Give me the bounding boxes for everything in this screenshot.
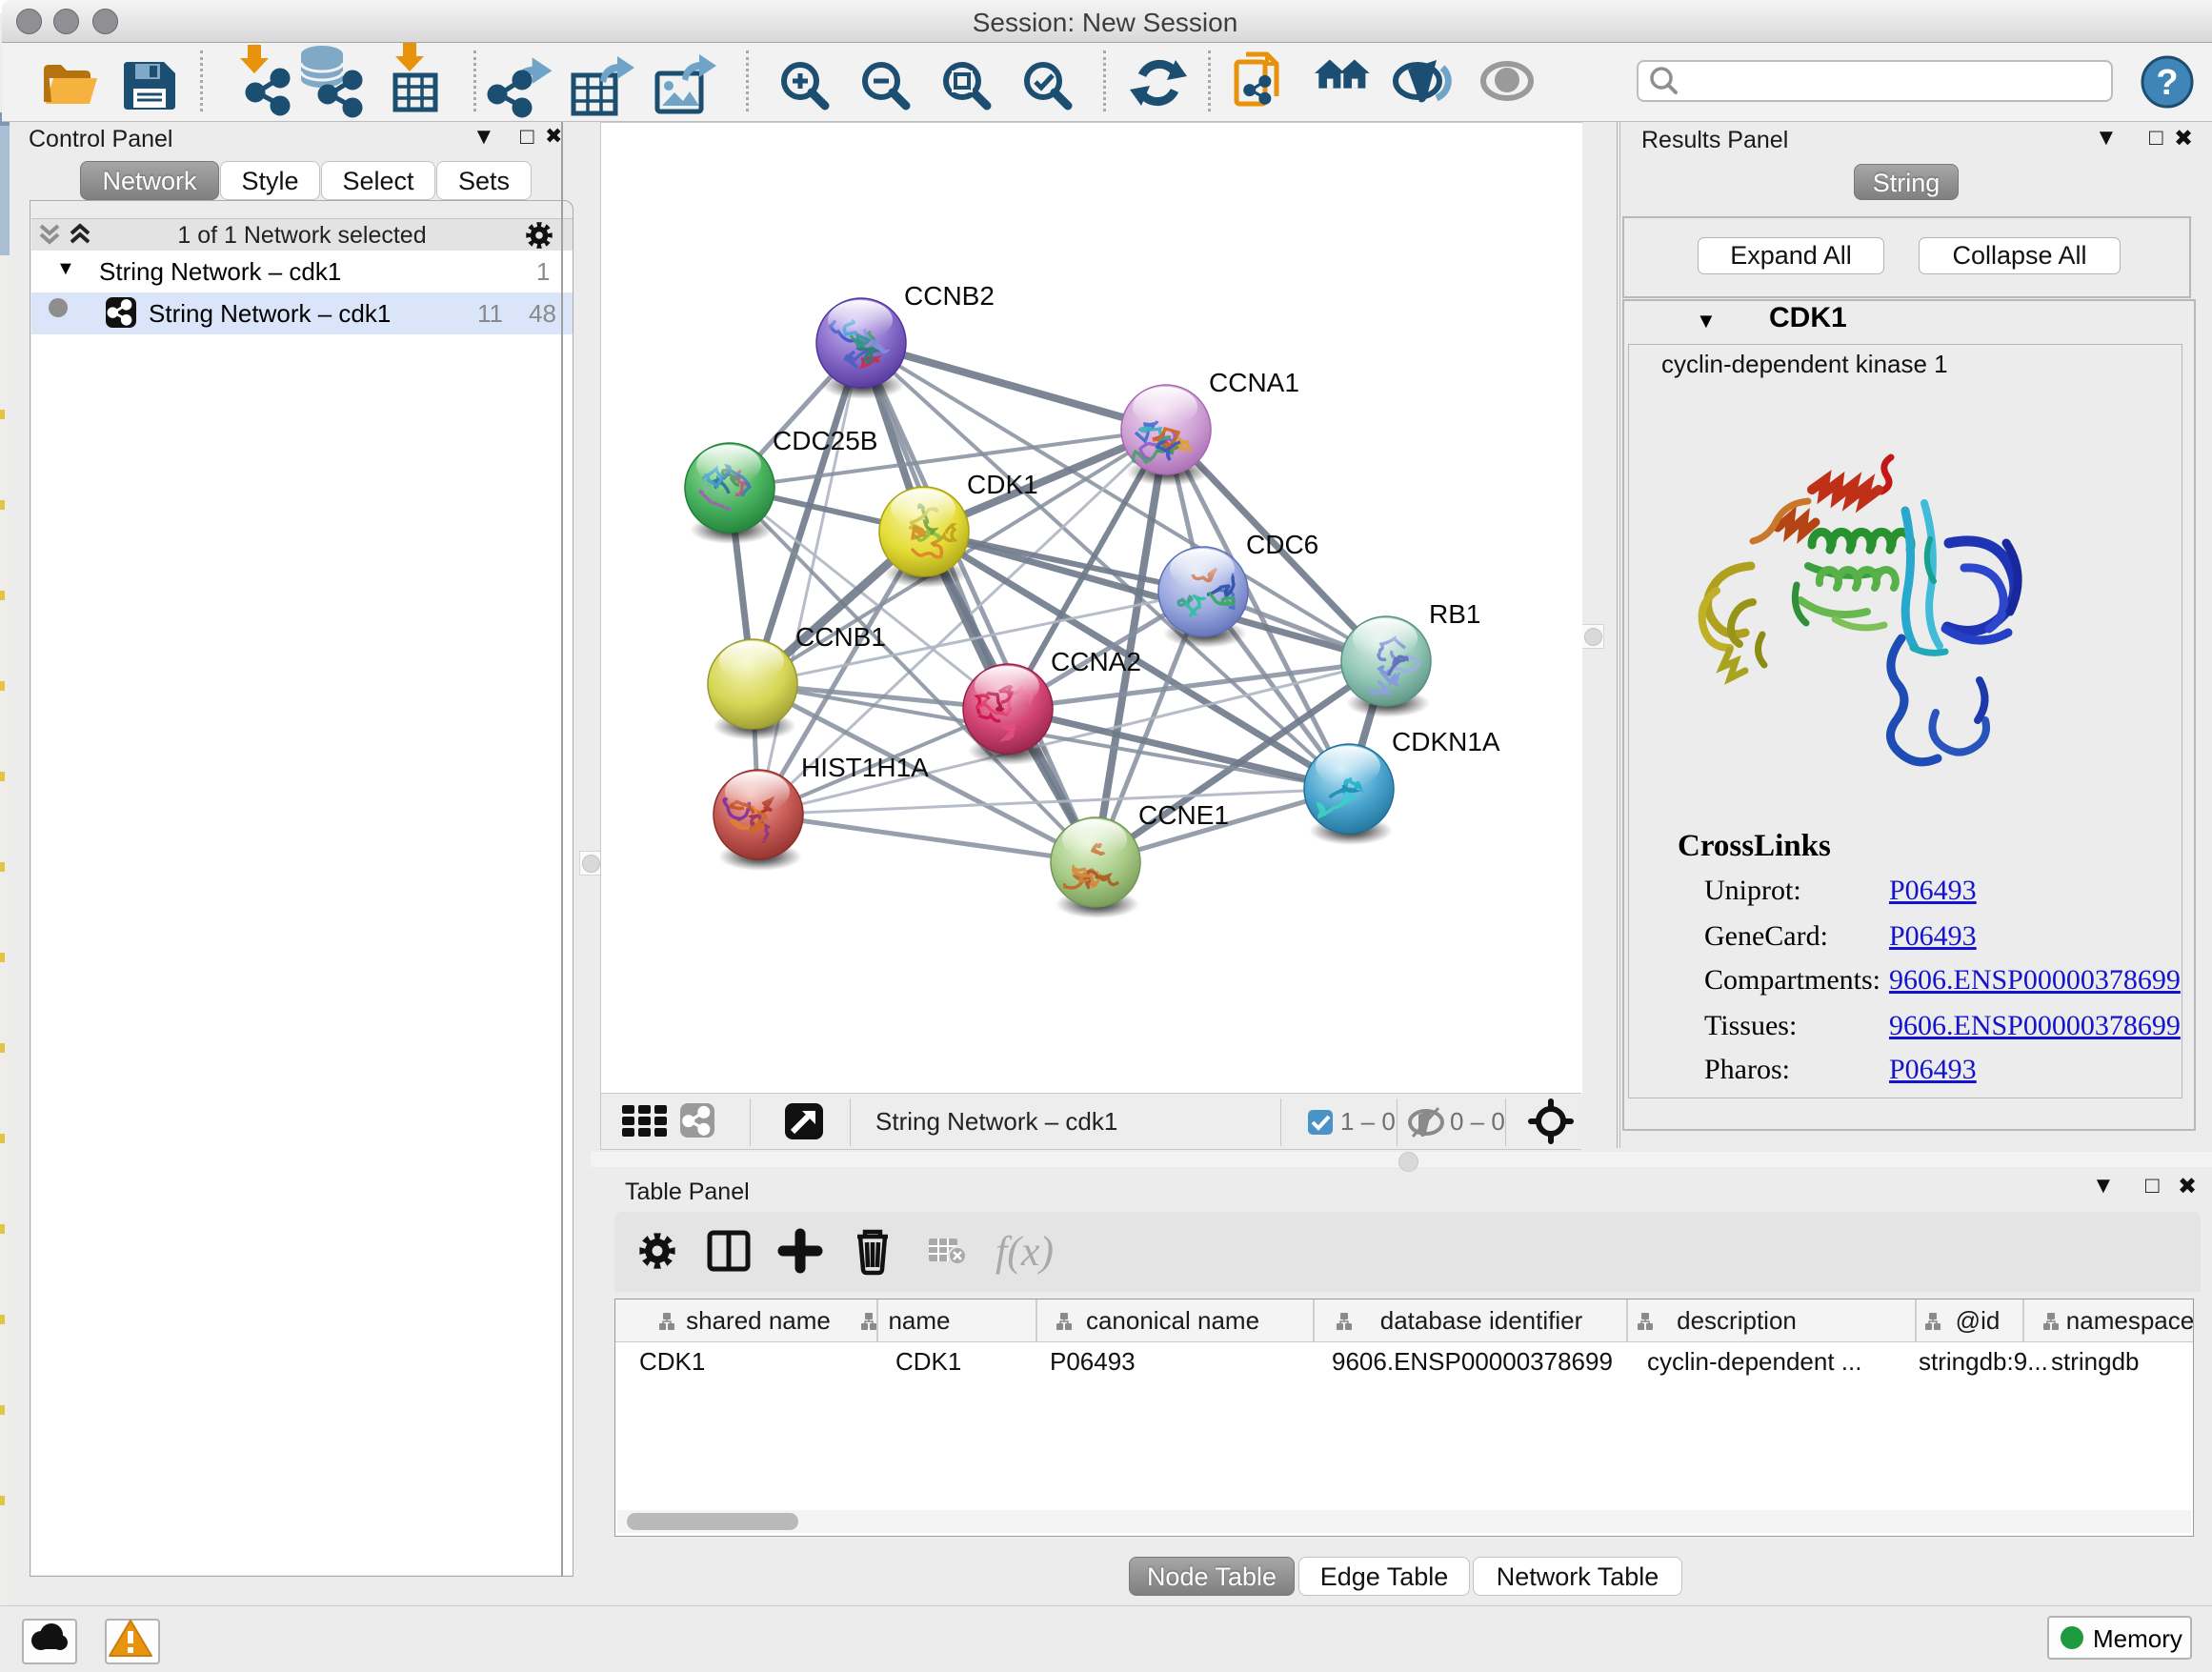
svg-text:CCNA1: CCNA1 — [1209, 368, 1299, 397]
svg-text:CCNA2: CCNA2 — [1051, 647, 1141, 676]
svg-text:CDC25B: CDC25B — [773, 426, 877, 455]
svg-text:canonical name: canonical name — [1086, 1306, 1259, 1335]
svg-text:f(x): f(x) — [995, 1228, 1054, 1275]
svg-text:CCNB2: CCNB2 — [904, 281, 995, 311]
svg-text:?: ? — [2156, 63, 2178, 103]
svg-text:CDK1: CDK1 — [967, 470, 1038, 499]
svg-text:HIST1H1A: HIST1H1A — [801, 753, 929, 782]
svg-text:@id: @id — [1956, 1306, 2001, 1335]
svg-text:name: name — [888, 1306, 950, 1335]
svg-text:CCNE1: CCNE1 — [1138, 800, 1229, 830]
svg-text:shared name: shared name — [686, 1306, 831, 1335]
svg-text:CDC6: CDC6 — [1246, 530, 1318, 559]
svg-text:description: description — [1677, 1306, 1797, 1335]
svg-text:namespace: namespace — [2066, 1306, 2193, 1335]
svg-text:CCNB1: CCNB1 — [795, 622, 886, 652]
svg-text:database identifier: database identifier — [1380, 1306, 1583, 1335]
svg-text:RB1: RB1 — [1429, 599, 1480, 629]
svg-text:CDKN1A: CDKN1A — [1392, 727, 1500, 756]
